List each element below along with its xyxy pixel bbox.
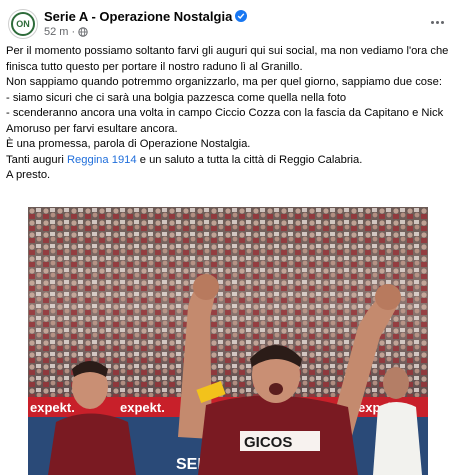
- meta-separator: ·: [71, 26, 76, 38]
- page-name-link[interactable]: Serie A - Operazione Nostalgia: [44, 9, 248, 24]
- ad-board-text: expekt.: [30, 400, 75, 415]
- post-line: Per il momento possiamo soltanto farvi g…: [6, 45, 449, 73]
- celebrating-players-photo: expekt. expekt. expekt. SERIE tim GICOS: [28, 207, 428, 475]
- page-name[interactable]: Serie A - Operazione Nostalgia: [44, 9, 232, 24]
- more-options-button[interactable]: [425, 12, 449, 32]
- reggina-page-link[interactable]: Reggina 1914: [67, 154, 137, 166]
- dot-icon: [435, 20, 439, 24]
- post-meta: 52 m ·: [44, 26, 88, 38]
- shirt-sponsor-text: GICOS: [244, 434, 292, 451]
- ad-board-text: expekt.: [120, 400, 165, 415]
- greeting-text-end: e un saluto a tutta la città di Reggio C…: [136, 153, 363, 166]
- post-line: Non sappiamo quando potremmo organizzarl…: [6, 76, 442, 88]
- post-message: Per il momento possiamo soltanto farvi g…: [6, 44, 454, 184]
- globe-icon: [78, 27, 88, 37]
- post-header: ON Serie A - Operazione Nostalgia 52 m ·: [0, 0, 459, 44]
- post-photo[interactable]: expekt. expekt. expekt. SERIE tim GICOS: [28, 207, 428, 475]
- post-line: A presto.: [6, 169, 51, 181]
- verified-badge-icon: [235, 10, 248, 22]
- post-time[interactable]: 52 m: [44, 26, 68, 38]
- greeting-text: Tanti auguri: [6, 153, 67, 166]
- post-line: È una promessa, parola di Operazione Nos…: [6, 138, 251, 150]
- club-logo-icon: ON: [11, 12, 35, 36]
- post-line: - siamo sicuri che ci sarà una bolgia pa…: [6, 91, 347, 104]
- post-line: - scenderanno ancora una volta in campo …: [6, 107, 444, 135]
- dot-icon: [430, 20, 434, 24]
- avatar-text: ON: [16, 19, 30, 29]
- page-avatar[interactable]: ON: [8, 9, 38, 39]
- post-line-greeting: Tanti auguri Reggina 1914 e un saluto a …: [6, 153, 454, 169]
- dot-icon: [440, 20, 444, 24]
